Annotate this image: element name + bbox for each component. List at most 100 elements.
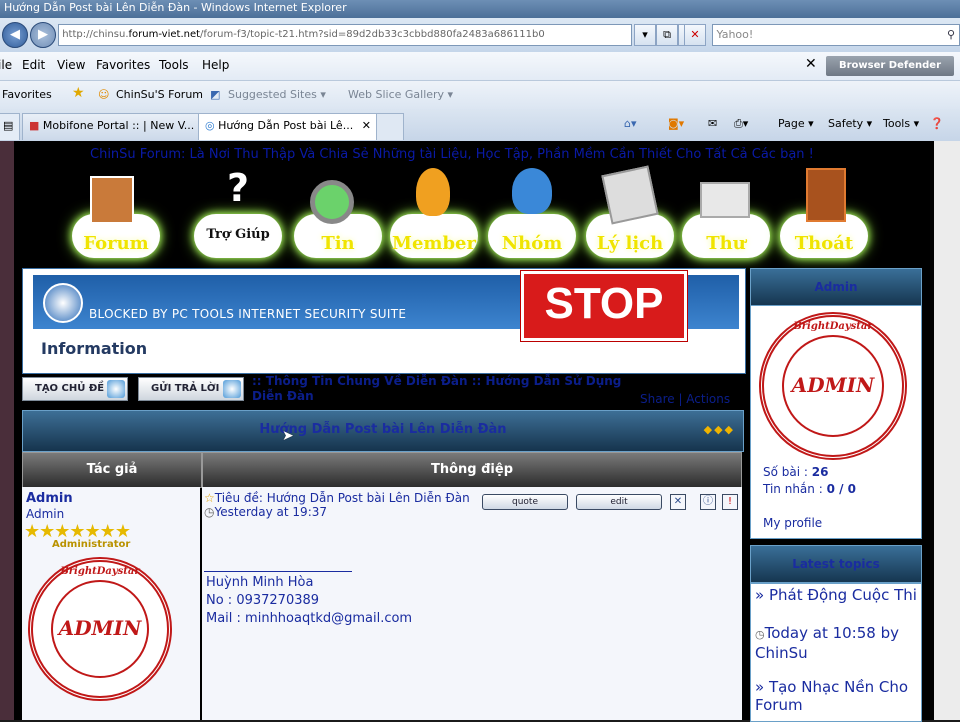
message-column-header: Thông điệp — [202, 452, 742, 488]
tab-favicon-icon: ■ — [29, 119, 40, 132]
fav-link-suggested[interactable]: Suggested Sites ▾ — [228, 88, 326, 101]
admin-seal-avatar: BrightDaystar ADMIN — [28, 557, 172, 701]
tools-menu[interactable]: Tools ▾ — [883, 117, 919, 130]
ie-page-icon: ◩ — [210, 88, 221, 101]
admin-seal-avatar: BrightDaystar ADMIN — [759, 312, 907, 460]
forward-button[interactable]: ▶ — [30, 22, 56, 48]
quote-button[interactable]: quote — [482, 494, 568, 510]
posts-value: 26 — [811, 465, 829, 479]
window-title-bar: Hướng Dẫn Post bài Lên Diễn Đàn - Window… — [0, 0, 960, 18]
dropdown-arrow-icon[interactable]: ▾ — [634, 24, 656, 46]
message-cell: ☆Tiêu đề: Hướng Dẫn Post bài Lên Diễn Đà… — [202, 487, 742, 720]
feeds-icon[interactable]: ◙▾ — [668, 117, 684, 130]
breadcrumb[interactable]: :: Thông Tin Chung Về Diễn Đàn :: Hướng … — [252, 374, 642, 404]
seal-ring-text: BrightDaystar — [793, 321, 873, 332]
address-input[interactable]: http://chinsu.forum-viet.net/forum-f3/to… — [58, 24, 632, 46]
tab-active[interactable]: ◎ Hướng Dẫn Post bài Lê... ✕ — [198, 113, 378, 140]
back-button[interactable]: ◀ — [2, 22, 28, 48]
search-placeholder: Yahoo! — [716, 28, 754, 41]
clock-icon: ◷ — [755, 628, 765, 641]
safety-menu[interactable]: Safety ▾ — [828, 117, 872, 130]
delete-icon[interactable]: ✕ — [670, 494, 686, 510]
blocked-message: BLOCKED BY PC TOOLS INTERNET SECURITY SU… — [89, 307, 407, 321]
new-topic-button[interactable]: TẠO CHỦ ĐỀ — [22, 377, 128, 401]
favorites-button[interactable]: Favorites — [2, 88, 52, 101]
seal-main-text: ADMIN — [791, 373, 875, 397]
menu-file[interactable]: File — [0, 58, 12, 72]
close-tab-icon[interactable]: ✕ — [362, 114, 371, 138]
nav-help[interactable]: ? Trợ Giúp — [190, 162, 286, 262]
page-menu[interactable]: Page ▾ — [778, 117, 814, 130]
reply-button[interactable]: GỬI TRẢ LỜI — [138, 377, 244, 401]
add-favorite-icon[interactable]: ★ — [72, 85, 85, 101]
address-row: ◀ ▶ http://chinsu.forum-viet.net/forum-f… — [0, 18, 960, 52]
nav-label: Member — [392, 233, 476, 254]
author-name[interactable]: Admin — [26, 491, 73, 506]
profile-box-header: Admin — [750, 268, 922, 306]
latest-topic-title[interactable]: » Tạo Nhạc Nền Cho Forum — [755, 678, 919, 714]
quick-tabs-button[interactable]: ▤ — [0, 113, 20, 140]
new-tab-button[interactable] — [376, 113, 404, 140]
posts-label: Số bài : — [763, 465, 808, 479]
search-input[interactable]: Yahoo! ⚲ — [712, 24, 960, 46]
stop-icon[interactable]: ✕ — [684, 24, 706, 46]
browser-defender-button[interactable]: Browser Defender — [826, 56, 954, 76]
fav-link-chinsu[interactable]: ChinSu'S Forum — [116, 88, 203, 101]
fav-link-webslice[interactable]: Web Slice Gallery ▾ — [348, 88, 453, 101]
nav-mail[interactable]: Thư — [678, 162, 774, 262]
nav-label: Forum — [83, 233, 149, 254]
latest-topic-title[interactable]: » Phát Động Cuộc Thi — [755, 586, 919, 604]
nav-label: Thoát — [794, 233, 854, 254]
blocked-banner: BLOCKED BY PC TOOLS INTERNET SECURITY SU… — [33, 271, 739, 341]
mail-icon[interactable]: ✉ — [708, 117, 717, 130]
nav-label: Tin — [321, 233, 355, 254]
nav-forum[interactable]: Forum — [68, 162, 164, 262]
menu-view[interactable]: View — [57, 58, 85, 72]
menu-edit[interactable]: Edit — [22, 58, 45, 72]
envelope-icon — [700, 182, 750, 218]
url-prefix: http://chinsu. — [62, 29, 129, 40]
latest-topic-meta: ◷Today at 10:58 by ChinSu — [755, 624, 919, 662]
member-icon — [416, 168, 450, 216]
magnifier-icon — [310, 180, 354, 224]
stop-sign: STOP — [521, 271, 687, 341]
report-icon[interactable]: ! — [722, 494, 738, 510]
ip-info-icon[interactable]: ⓘ — [700, 494, 716, 510]
messages-value: 0 / 0 — [826, 482, 857, 496]
left-frame — [0, 141, 14, 720]
menu-help[interactable]: Help — [202, 58, 229, 72]
latest-topics-header: Latest topics — [750, 545, 922, 583]
nav-group[interactable]: Nhóm — [484, 162, 580, 262]
signature-name: Huỳnh Minh Hòa — [206, 575, 314, 590]
tabs-row: ▤ ■ Mobifone Portal :: | New V... ◎ Hướn… — [0, 109, 960, 142]
menu-tools[interactable]: Tools — [159, 58, 189, 72]
scrollbar[interactable] — [934, 141, 960, 720]
nav-profile[interactable]: Lý lịch — [582, 162, 678, 262]
close-toolbar-icon[interactable]: ✕ — [805, 56, 817, 72]
tab-label: Hướng Dẫn Post bài Lê... — [218, 119, 354, 132]
nav-member[interactable]: Member — [386, 162, 482, 262]
nav-news[interactable]: Tin — [290, 162, 386, 262]
posts-stat: Số bài : 26 — [763, 465, 828, 479]
author-column-header: Tác giả — [22, 452, 202, 488]
author-role: Admin — [26, 507, 65, 521]
my-profile-link[interactable]: My profile — [763, 516, 822, 530]
post-star-icon: ☆ — [204, 491, 215, 505]
print-icon[interactable]: ⎙▾ — [734, 117, 748, 131]
compatibility-icon[interactable]: ⧉ — [656, 24, 678, 46]
new-topic-label: TẠO CHỦ ĐỀ — [35, 383, 105, 394]
search-icon[interactable]: ⚲ — [947, 25, 955, 45]
group-icon — [512, 168, 552, 214]
edit-button[interactable]: edit — [576, 494, 662, 510]
latest-topics-box: » Phát Động Cuộc Thi ◷Today at 10:58 by … — [750, 583, 922, 722]
seal-ring-text: BrightDaystar — [60, 566, 140, 577]
clock-icon: ◷ — [204, 505, 215, 519]
menu-favorites[interactable]: Favorites — [96, 58, 150, 72]
tab-mobifone[interactable]: ■ Mobifone Portal :: | New V... — [22, 113, 200, 140]
nav-logout[interactable]: Thoát — [776, 162, 872, 262]
help-icon[interactable]: ❓ — [930, 117, 944, 130]
home-icon[interactable]: ⌂▾ — [624, 117, 637, 130]
mouse-cursor-icon: ➤ — [282, 428, 294, 444]
share-actions-link[interactable]: Share | Actions — [640, 392, 730, 406]
topic-title[interactable]: Hướng Dẫn Post bài Lên Diễn Đàn — [23, 422, 743, 437]
